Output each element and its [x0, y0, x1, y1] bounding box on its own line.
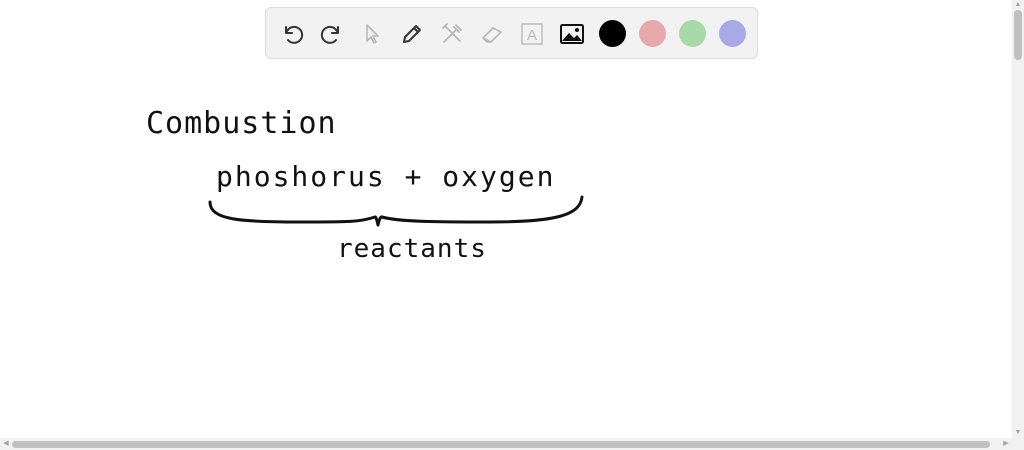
handwritten-label: reactants	[337, 234, 487, 264]
drawing-toolbar: A	[265, 7, 758, 59]
color-swatch-purple[interactable]	[719, 20, 746, 47]
pen-tool-button[interactable]	[397, 19, 427, 49]
vertical-scroll-thumb[interactable]	[1014, 10, 1022, 60]
color-swatch-black[interactable]	[599, 20, 626, 47]
scroll-down-arrow[interactable]: ▼	[1012, 428, 1024, 438]
text-tool-button[interactable]: A	[517, 19, 547, 49]
undo-button[interactable]	[277, 19, 307, 49]
redo-button[interactable]	[317, 19, 347, 49]
eraser-tool-button[interactable]	[477, 19, 507, 49]
svg-text:A: A	[527, 27, 537, 44]
horizontal-scroll-thumb[interactable]	[12, 441, 990, 448]
undo-icon	[285, 25, 304, 44]
tools-icon	[442, 23, 462, 43]
image-icon	[560, 24, 584, 44]
scroll-left-arrow[interactable]: ◀	[0, 438, 12, 450]
color-swatch-green[interactable]	[679, 20, 706, 47]
vertical-scrollbar[interactable]: ▲ ▼	[1012, 0, 1024, 438]
color-swatch-pink[interactable]	[639, 20, 666, 47]
pen-icon	[403, 25, 421, 43]
curly-brace-drawing	[208, 195, 584, 227]
scroll-up-arrow[interactable]: ▲	[1012, 0, 1024, 10]
handwritten-equation: phoshorus + oxygen	[216, 160, 556, 193]
tools-button[interactable]	[437, 19, 467, 49]
horizontal-scrollbar[interactable]: ◀ ▶	[0, 438, 1024, 450]
select-tool-button[interactable]	[357, 19, 387, 49]
eraser-icon	[482, 27, 502, 43]
handwritten-heading: Combustion	[146, 106, 337, 141]
text-icon: A	[521, 23, 543, 45]
whiteboard-canvas[interactable]: Combustion phoshorus + oxygen reactants	[0, 62, 1012, 438]
image-tool-button[interactable]	[557, 19, 587, 49]
select-pointer-icon	[366, 24, 379, 44]
scroll-right-arrow[interactable]: ▶	[1000, 438, 1012, 450]
redo-icon	[320, 25, 339, 44]
